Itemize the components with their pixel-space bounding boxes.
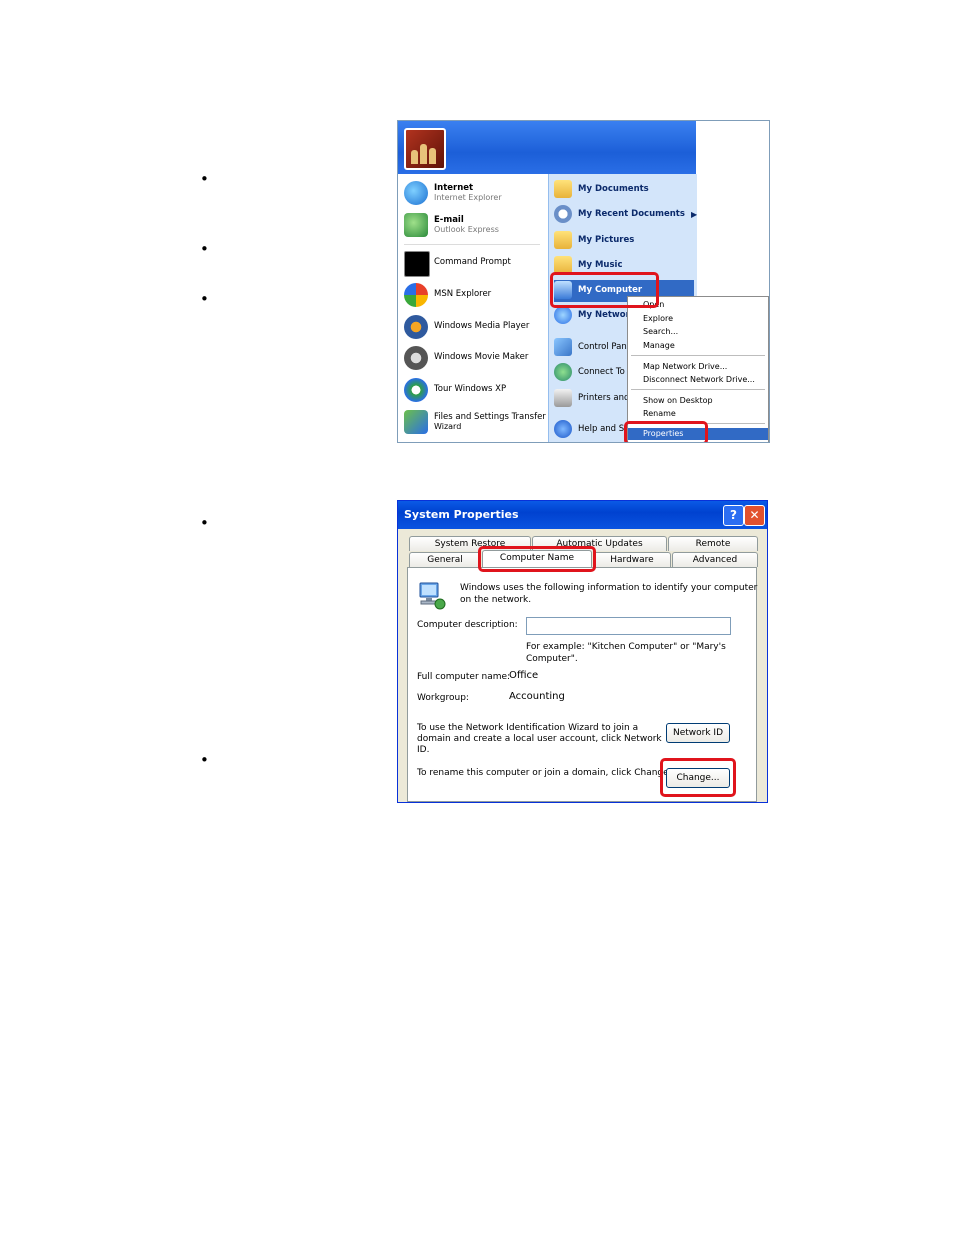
pinned-item-internet[interactable]: Internet Internet Explorer bbox=[404, 179, 544, 207]
desktop-area bbox=[696, 121, 769, 297]
item-label: Files and Settings Transfer bbox=[434, 412, 546, 422]
place-label: My Pictures bbox=[578, 235, 635, 245]
tour-windows-icon bbox=[404, 378, 428, 402]
wizard-text: To use the Network Identification Wizard… bbox=[417, 723, 639, 733]
help-button[interactable]: ? bbox=[723, 505, 744, 526]
user-picture-icon[interactable] bbox=[404, 128, 446, 170]
menu-divider bbox=[631, 355, 765, 356]
menu-divider bbox=[631, 389, 765, 390]
system-properties-dialog: System Properties ? ✕ System Restore Aut… bbox=[397, 500, 768, 803]
place-my-pictures[interactable]: My Pictures bbox=[554, 230, 694, 252]
pictures-folder-icon bbox=[554, 231, 572, 249]
recent-item-movie-maker[interactable]: Windows Movie Maker bbox=[404, 344, 544, 372]
place-my-recent-documents[interactable]: My Recent Documents ▶ bbox=[554, 204, 698, 226]
msn-butterfly-icon bbox=[404, 283, 428, 307]
intro-text: Windows uses the following information t… bbox=[460, 583, 758, 593]
description-label: Computer description: bbox=[417, 620, 518, 630]
bullet: • bbox=[200, 751, 209, 769]
recent-documents-icon bbox=[554, 205, 572, 223]
place-label: My Music bbox=[578, 260, 623, 270]
recent-item-transfer-wizard[interactable]: Files and Settings Transfer Wizard bbox=[404, 408, 546, 436]
place-label: Control Panel bbox=[578, 342, 635, 352]
bullet: • bbox=[200, 290, 209, 308]
computer-network-icon bbox=[419, 582, 446, 610]
item-subtitle: Internet Explorer bbox=[434, 193, 502, 202]
example-text: For example: "Kitchen Computer" or "Mary… bbox=[526, 642, 726, 652]
connect-icon bbox=[554, 363, 572, 381]
menu-item-map-drive[interactable]: Map Network Drive... bbox=[628, 361, 768, 373]
item-subtitle: Outlook Express bbox=[434, 225, 499, 234]
menu-item-search[interactable]: Search... bbox=[628, 326, 768, 338]
start-menu-header bbox=[398, 121, 696, 174]
workgroup-label: Workgroup: bbox=[417, 693, 469, 703]
item-label-line2: Wizard bbox=[434, 422, 462, 431]
item-title: E-mail bbox=[434, 215, 464, 225]
example-text-line2: Computer". bbox=[526, 654, 578, 664]
tab-advanced[interactable]: Advanced bbox=[672, 552, 758, 567]
item-label: Windows Movie Maker bbox=[434, 352, 529, 362]
highlight-my-computer bbox=[550, 272, 659, 308]
chevron-right-icon: ▶ bbox=[691, 210, 698, 219]
menu-item-rename[interactable]: Rename bbox=[628, 408, 768, 420]
place-label: My Recent Documents bbox=[578, 209, 685, 219]
tab-general[interactable]: General bbox=[409, 552, 481, 567]
recent-item-tour-windows[interactable]: Tour Windows XP bbox=[404, 376, 544, 404]
item-label: MSN Explorer bbox=[434, 289, 492, 299]
item-label: Windows Media Player bbox=[434, 321, 530, 331]
recent-item-command-prompt[interactable]: Command Prompt bbox=[404, 249, 544, 277]
outlook-express-icon bbox=[404, 213, 428, 237]
network-icon bbox=[554, 306, 572, 324]
highlight-change-button bbox=[660, 758, 736, 797]
window-title: System Properties bbox=[404, 508, 519, 521]
highlight-properties bbox=[624, 421, 708, 442]
bullet: • bbox=[200, 170, 209, 188]
start-menu-left-pane: Internet Internet Explorer E-mail Outloo… bbox=[398, 174, 548, 442]
item-title: Internet bbox=[434, 183, 474, 193]
item-label: Command Prompt bbox=[434, 257, 511, 267]
close-button[interactable]: ✕ bbox=[744, 505, 765, 526]
workgroup-value: Accounting bbox=[509, 691, 565, 702]
item-label: Tour Windows XP bbox=[434, 384, 507, 394]
wizard-text-line2: domain and create a local user account, … bbox=[417, 734, 662, 744]
tab-hardware[interactable]: Hardware bbox=[593, 552, 671, 567]
movie-maker-icon bbox=[404, 346, 428, 370]
bullet: • bbox=[200, 514, 209, 532]
rename-text: To rename this computer or join a domain… bbox=[417, 768, 672, 778]
transfer-wizard-icon bbox=[404, 410, 428, 434]
menu-item-explore[interactable]: Explore bbox=[628, 313, 768, 325]
recent-item-media-player[interactable]: Windows Media Player bbox=[404, 313, 544, 341]
command-prompt-icon bbox=[404, 251, 430, 277]
menu-item-show-desktop[interactable]: Show on Desktop bbox=[628, 395, 768, 407]
recent-item-msn-explorer[interactable]: MSN Explorer bbox=[404, 281, 544, 309]
media-player-icon bbox=[404, 315, 428, 339]
highlight-computer-name-tab bbox=[478, 546, 596, 572]
menu-item-manage[interactable]: Manage bbox=[628, 340, 768, 352]
wizard-text-line3: ID. bbox=[417, 745, 430, 755]
bullet: • bbox=[200, 240, 209, 258]
place-label: My Documents bbox=[578, 184, 649, 194]
network-id-button[interactable]: Network ID bbox=[666, 723, 730, 743]
title-bar: System Properties ? ✕ bbox=[398, 501, 767, 529]
intro-text-line2: on the network. bbox=[460, 595, 532, 605]
menu-item-disconnect-drive[interactable]: Disconnect Network Drive... bbox=[628, 374, 768, 386]
help-icon bbox=[554, 420, 572, 438]
full-name-label: Full computer name: bbox=[417, 672, 511, 682]
computer-description-input[interactable] bbox=[526, 617, 731, 635]
place-my-documents[interactable]: My Documents bbox=[554, 179, 694, 201]
folder-icon bbox=[554, 180, 572, 198]
divider bbox=[404, 244, 540, 245]
full-computer-name: Office bbox=[509, 670, 539, 681]
control-panel-icon bbox=[554, 338, 572, 356]
internet-explorer-icon bbox=[404, 181, 428, 205]
start-menu-screenshot: Internet Internet Explorer E-mail Outloo… bbox=[397, 120, 770, 443]
pinned-item-email[interactable]: E-mail Outlook Express bbox=[404, 211, 544, 239]
printer-icon bbox=[554, 389, 572, 407]
place-label: Connect To bbox=[578, 367, 625, 377]
tab-remote[interactable]: Remote bbox=[668, 536, 758, 551]
